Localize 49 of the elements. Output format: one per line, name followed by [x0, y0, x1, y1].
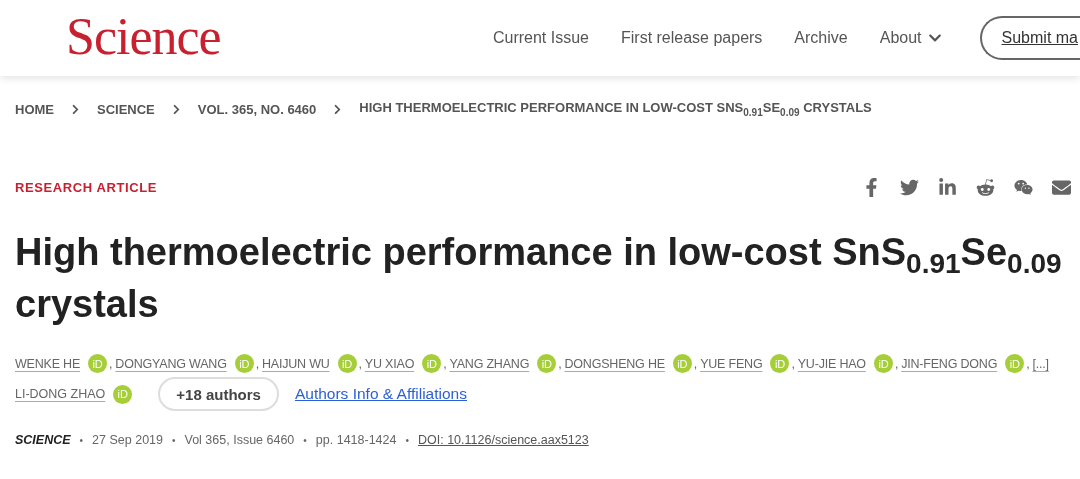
logo[interactable]: Science [66, 6, 221, 66]
author-link[interactable]: JIN-FENG DONG [901, 356, 998, 371]
article-type: RESEARCH ARTICLE [15, 180, 157, 195]
separator: , [558, 356, 562, 371]
author-link[interactable]: HAIJUN WU [261, 356, 330, 371]
separator-dot: • [303, 434, 307, 446]
separator: , [255, 356, 259, 371]
bird-icon[interactable] [900, 178, 919, 197]
meta-text: Vol 365, Issue 6460 [184, 433, 295, 447]
separator: , [443, 356, 447, 371]
nav-link[interactable]: About [879, 29, 942, 47]
submit-button[interactable]: Submit ma [979, 16, 1080, 60]
linkedin-icon[interactable] [938, 178, 957, 197]
separator: , [1026, 356, 1030, 371]
breadcrumb-link[interactable]: SCIENCE [97, 101, 155, 117]
chevron-right-icon [70, 103, 81, 115]
author-link[interactable]: DONGSHENG HE [564, 356, 665, 371]
affiliations-link[interactable]: Authors Info & Affiliations [294, 385, 467, 403]
breadcrumb-link[interactable]: HIGH THERMOELECTRIC PERFORMANCE IN LOW-COST SNS$_{0.91}$SE$_{0.09}$ CRYSTALS [359, 100, 872, 118]
separator: , [109, 356, 113, 371]
more-link[interactable]: [...] [1032, 356, 1049, 371]
author-link[interactable]: LI-DONG ZHAO [15, 387, 106, 401]
more-authors-button[interactable]: +18 authors [158, 377, 279, 411]
author-link[interactable]: YUE FENG [700, 356, 763, 371]
author-link[interactable]: YU XIAO [364, 356, 415, 371]
separator: , [791, 356, 795, 371]
separator: , [693, 356, 698, 371]
author-link[interactable]: YU-JIE HAO [797, 356, 866, 371]
author-link[interactable]: DONGYANG WANG [115, 356, 227, 371]
meta-text: pp. 1418-1424 [315, 433, 397, 447]
chat-bubbles-icon[interactable] [1014, 178, 1033, 197]
meta-text: 27 Sep 2019 [92, 433, 163, 447]
separator: , [358, 356, 362, 371]
separator-dot: • [172, 434, 176, 446]
mail-icon[interactable] [1052, 178, 1071, 197]
separator-dot: • [405, 434, 409, 446]
reddit-alien-icon[interactable] [976, 178, 995, 197]
journal-name: SCIENCE [15, 433, 71, 447]
author-link[interactable]: YANG ZHANG [449, 356, 530, 371]
author-link[interactable]: WENKE HE [15, 356, 81, 371]
separator-dot: • [79, 434, 84, 446]
breadcrumb-link[interactable]: VOL. 365, NO. 6460 [197, 101, 317, 117]
nav-link[interactable]: First release papers [620, 29, 763, 47]
nav-link[interactable]: Archive [794, 29, 848, 47]
breadcrumb-link[interactable]: HOME [15, 101, 54, 117]
separator: , [894, 356, 899, 371]
nav-link[interactable]: Current Issue [492, 29, 589, 47]
article-title: High thermoelectric performance in low-cost SnS$_{0.91}$Se$_{0.09}$ crystals [15, 230, 1063, 327]
doi-link[interactable]: DOI: 10.1126/science.aax5123 [418, 433, 589, 447]
